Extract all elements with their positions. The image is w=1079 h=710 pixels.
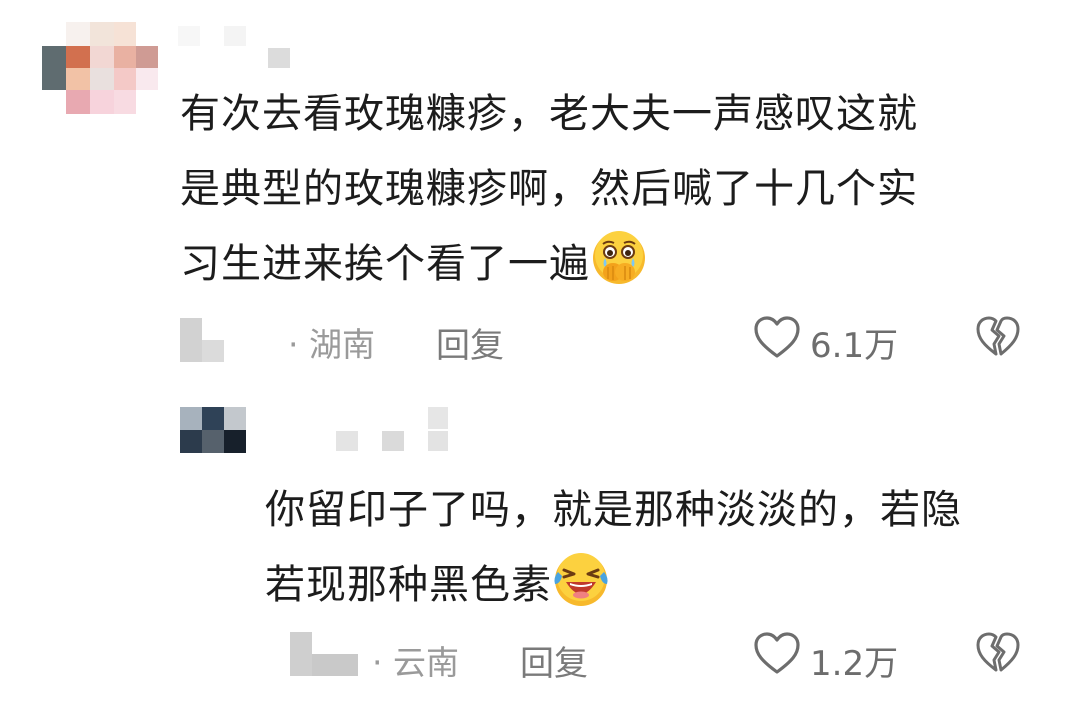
heart-outline-icon <box>754 316 800 358</box>
avatar[interactable] <box>42 22 160 116</box>
location-label: · 湖南 <box>288 325 375 364</box>
comment-line-2: 是典型的玫瑰糠疹啊，然后喊了十几个实 <box>180 166 918 212</box>
broken-heart-icon <box>976 632 1020 672</box>
reply-like-button[interactable] <box>752 630 802 676</box>
heart-outline-icon <box>754 632 800 674</box>
reply-reply-button[interactable]: 回复 <box>520 636 588 685</box>
comment-text: 有次去看玫瑰糠疹，老大夫一声感叹这就 是典型的玫瑰糠疹啊，然后喊了十几个实 习生… <box>180 77 918 312</box>
comment-line-1: 有次去看玫瑰糠疹，老大夫一声感叹这就 <box>180 91 918 137</box>
laughing-crying-icon <box>552 550 610 633</box>
comment-line-3-text: 习生进来挨个看了一遍 <box>180 241 590 287</box>
reply-blurred-time <box>290 632 358 676</box>
username[interactable] <box>178 26 298 70</box>
reply-comment-text: 你留印子了吗，就是那种淡淡的，若隐 若现那种黑色素 <box>265 473 962 633</box>
dislike-button[interactable] <box>974 314 1022 360</box>
reply-line-1: 你留印子了吗，就是那种淡淡的，若隐 <box>265 487 962 533</box>
reply-dislike-button[interactable] <box>974 630 1022 676</box>
reply-location-label: · 云南 <box>372 643 459 682</box>
blurred-time <box>180 318 224 362</box>
reply-username[interactable] <box>336 407 452 453</box>
reply-line-2: 若现那种黑色素 <box>265 548 962 633</box>
broken-heart-icon <box>976 316 1020 356</box>
reply-like-count: 1.2万 <box>810 644 899 684</box>
like-count: 6.1万 <box>810 326 899 366</box>
crying-hand-over-mouth-icon <box>590 229 648 312</box>
reply-avatar[interactable] <box>180 407 246 453</box>
comment-line-3: 习生进来挨个看了一遍 <box>180 227 918 312</box>
like-button[interactable] <box>752 314 802 360</box>
reply-button[interactable]: 回复 <box>436 318 504 367</box>
reply-line-2-text: 若现那种黑色素 <box>265 562 552 608</box>
